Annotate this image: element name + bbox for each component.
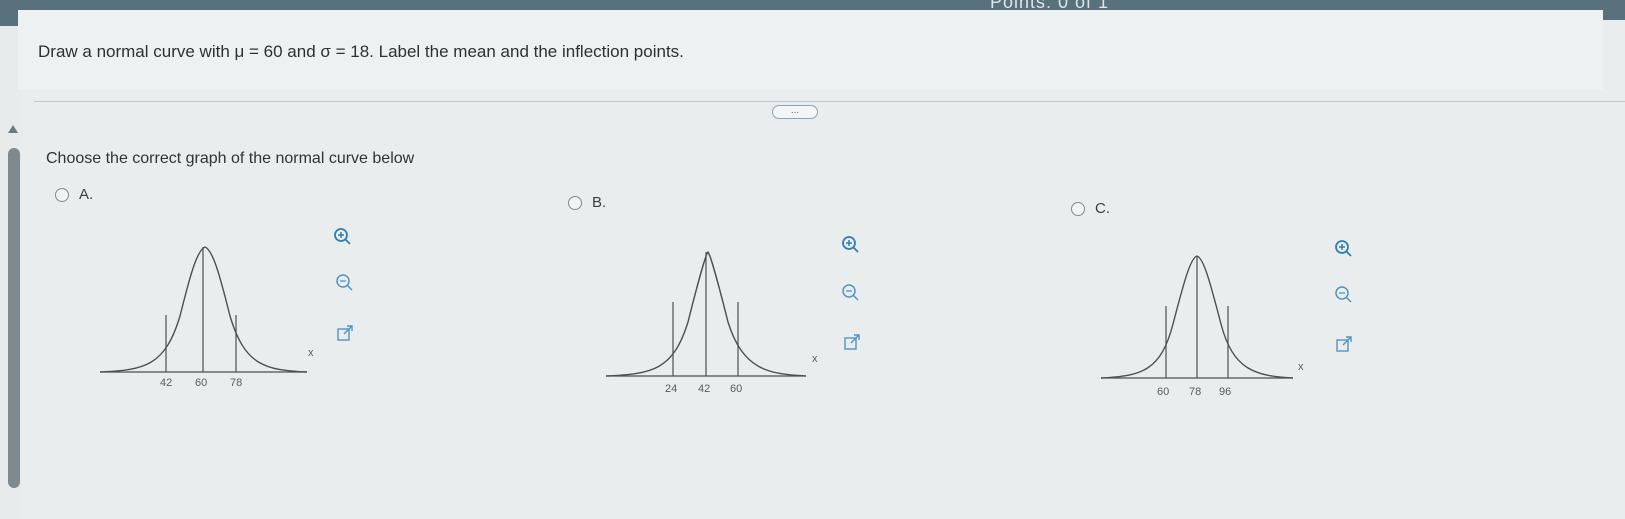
- graph-option-c: 60 78 96 x: [1100, 255, 1304, 398]
- scroll-up-arrow-icon[interactable]: [8, 125, 18, 133]
- open-external-icon[interactable]: [335, 323, 355, 343]
- more-button[interactable]: ...: [772, 105, 818, 119]
- option-b-label: B.: [592, 194, 607, 211]
- tick-label: 60: [1157, 386, 1169, 398]
- tick-label: 78: [230, 377, 242, 389]
- zoom-in-icon[interactable]: [1333, 238, 1353, 258]
- graph-option-b: 24 42 60 x: [605, 251, 818, 395]
- option-c-label: C.: [1095, 200, 1110, 217]
- x-axis-label: x: [812, 353, 818, 365]
- x-axis-label: x: [308, 347, 314, 359]
- tick-label: 42: [160, 377, 172, 389]
- open-external-icon[interactable]: [1334, 334, 1354, 354]
- tick-label: 24: [665, 383, 677, 395]
- zoom-out-icon[interactable]: [334, 272, 354, 292]
- tick-label: 78: [1189, 386, 1201, 398]
- x-axis-label: x: [1298, 361, 1304, 373]
- tick-label: 42: [698, 383, 710, 395]
- option-a-label: A.: [79, 186, 94, 203]
- tick-label: 60: [730, 383, 742, 395]
- zoom-in-icon[interactable]: [332, 226, 352, 246]
- zoom-out-icon[interactable]: [1333, 284, 1353, 304]
- question-text: Draw a normal curve with μ = 60 and σ = …: [38, 42, 684, 61]
- radio-option-b[interactable]: [568, 196, 582, 210]
- radio-option-a[interactable]: [55, 188, 69, 202]
- tick-label: 60: [195, 377, 207, 389]
- tick-label: 96: [1219, 386, 1231, 398]
- graph-option-a: 42 60 78 x: [99, 246, 314, 389]
- prompt-text: Choose the correct graph of the normal c…: [46, 150, 415, 167]
- scrollbar[interactable]: [8, 148, 20, 488]
- zoom-out-icon[interactable]: [840, 282, 860, 302]
- divider: [34, 101, 1625, 102]
- open-external-icon[interactable]: [842, 332, 862, 352]
- zoom-in-icon[interactable]: [840, 234, 860, 254]
- radio-option-c[interactable]: [1071, 202, 1085, 216]
